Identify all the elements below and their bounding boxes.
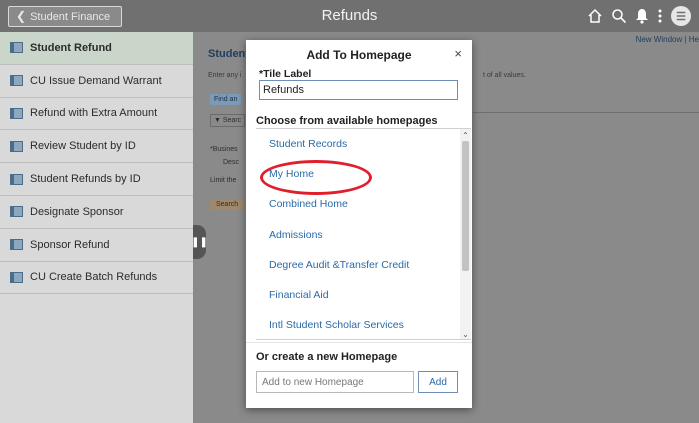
sidebar-item-label: Student Refunds by ID <box>30 173 141 186</box>
add-button[interactable]: Add <box>418 371 458 393</box>
description-label: Desc <box>223 159 239 166</box>
document-icon <box>10 239 23 251</box>
sidebar-item-cu-issue-demand-warrant[interactable]: CU Issue Demand Warrant <box>0 65 193 98</box>
sidebar-item-designate-sponsor[interactable]: Designate Sponsor <box>0 196 193 229</box>
create-homepage-heading: Or create a new Homepage <box>256 351 398 363</box>
sidebar-item-label: Refund with Extra Amount <box>30 107 158 120</box>
search-criteria-label: Searc <box>222 117 242 124</box>
new-window-link[interactable]: New Window | He <box>636 35 699 44</box>
document-icon <box>10 173 23 185</box>
collapse-sidebar-handle[interactable]: ❚❚ <box>191 225 208 259</box>
document-icon <box>10 140 23 152</box>
sidebar-item-label: CU Issue Demand Warrant <box>30 74 162 87</box>
search-criteria-toggle[interactable]: ▼ Searc <box>210 114 246 127</box>
homepage-option-student-records[interactable]: Student Records <box>256 129 471 159</box>
add-to-homepage-dialog: Add To Homepage × *Tile Label Choose fro… <box>246 40 472 408</box>
homepage-list: Student Records My Home Combined Home Ad… <box>256 128 471 340</box>
choose-homepage-heading: Choose from available homepages <box>256 115 438 127</box>
sidebar-item-student-refunds-by-id[interactable]: Student Refunds by ID <box>0 163 193 196</box>
notification-icon[interactable] <box>635 8 649 24</box>
tile-label-caption: *Tile Label <box>259 68 312 80</box>
sidebar-item-label: Student Refund <box>30 41 112 54</box>
sidebar-item-sponsor-refund[interactable]: Sponsor Refund <box>0 229 193 262</box>
sidebar-item-label: Review Student by ID <box>30 140 136 153</box>
sidebar-item-label: Designate Sponsor <box>30 205 124 218</box>
chevron-down-icon[interactable]: ⌄ <box>460 330 471 339</box>
sidebar-item-refund-extra-amount[interactable]: Refund with Extra Amount <box>0 98 193 131</box>
sidebar-item-review-student-by-id[interactable]: Review Student by ID <box>0 130 193 164</box>
more-actions-icon[interactable] <box>657 8 663 24</box>
homepage-option-financial-aid[interactable]: Financial Aid <box>256 280 471 310</box>
new-homepage-input[interactable] <box>256 371 414 393</box>
search-icon[interactable] <box>611 8 627 24</box>
divider <box>473 112 699 113</box>
main-description: Enter any i <box>208 72 242 79</box>
sidebar-item-label: Sponsor Refund <box>30 238 110 251</box>
back-button-label: Student Finance <box>30 11 111 23</box>
sidebar-item-cu-create-batch-refunds[interactable]: CU Create Batch Refunds <box>0 262 193 295</box>
chevron-up-icon[interactable]: ⌃ <box>460 131 471 140</box>
document-icon <box>10 75 23 87</box>
main-description-right: t of all values. <box>483 72 526 79</box>
dialog-title: Add To Homepage <box>306 48 412 62</box>
homepage-option-admissions[interactable]: Admissions <box>256 220 471 250</box>
homepage-option-intl-student-scholar[interactable]: Intl Student Scholar Services <box>256 310 471 339</box>
sidebar: Student Refund CU Issue Demand Warrant R… <box>0 32 193 423</box>
tab-find-existing[interactable]: Find an <box>210 94 242 105</box>
document-icon <box>10 206 23 218</box>
pause-bars-icon: ❚❚ <box>191 236 208 248</box>
document-icon <box>10 271 23 283</box>
header-actions: ☰ <box>587 6 691 26</box>
list-scrollbar[interactable]: ⌃ ⌄ <box>460 129 471 339</box>
homepage-option-degree-audit[interactable]: Degree Audit &Transfer Credit <box>256 250 471 280</box>
sidebar-item-label: CU Create Batch Refunds <box>30 271 158 284</box>
tile-label-input[interactable] <box>259 80 458 100</box>
back-button[interactable]: ❮ Student Finance <box>8 6 122 27</box>
document-icon <box>10 107 23 119</box>
homepage-option-combined-home[interactable]: Combined Home <box>256 189 471 219</box>
limit-label: Limit the <box>210 177 237 184</box>
document-icon <box>10 42 23 54</box>
sidebar-item-student-refund[interactable]: Student Refund <box>0 32 193 65</box>
top-header-bar: ❮ Student Finance Refunds ☰ <box>0 0 699 32</box>
main-title: Student <box>208 48 249 60</box>
divider <box>246 342 472 343</box>
homepage-option-my-home[interactable]: My Home <box>256 159 471 189</box>
search-button[interactable]: Search <box>210 199 245 210</box>
chevron-left-icon: ❮ <box>16 9 27 23</box>
business-unit-label: *Busines <box>210 146 238 153</box>
avatar-icon[interactable]: ☰ <box>671 6 691 26</box>
close-icon[interactable]: × <box>454 46 462 61</box>
home-icon[interactable] <box>587 8 603 24</box>
scrollbar-thumb[interactable] <box>462 141 469 271</box>
